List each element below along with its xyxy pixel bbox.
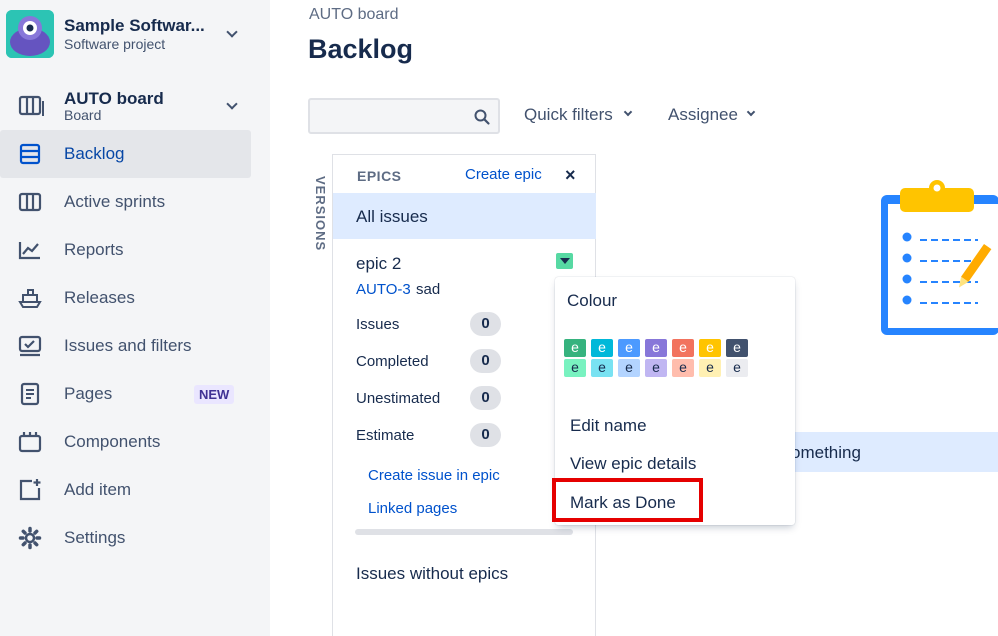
releases-icon — [18, 286, 42, 310]
view-epic-details-menu-item[interactable]: View epic details — [570, 454, 696, 474]
quick-filters-dropdown[interactable]: Quick filters — [524, 105, 633, 125]
stat-count: 0 — [470, 349, 501, 373]
all-issues-item[interactable]: All issues — [333, 193, 596, 239]
chevron-down-icon — [226, 98, 238, 110]
sidebar-item-label: Backlog — [64, 144, 125, 163]
board-icon — [18, 94, 44, 118]
versions-tab[interactable]: VERSIONS — [313, 176, 328, 251]
sidebar-item-label: Add item — [64, 480, 132, 499]
colour-swatch[interactable]: e — [564, 339, 586, 357]
highlight-outline — [552, 478, 703, 522]
sidebar-item-reports[interactable]: Reports — [0, 226, 251, 274]
search-field[interactable] — [316, 106, 466, 126]
project-avatar — [6, 10, 54, 58]
assignee-label: Assignee — [668, 105, 738, 124]
epic-key-link[interactable]: AUTO-3 — [356, 281, 411, 298]
backlog-icon — [18, 142, 42, 166]
stat-count: 0 — [470, 423, 501, 447]
chevron-down-icon — [226, 26, 238, 38]
stat-label: Issues — [356, 316, 400, 333]
new-badge: NEW — [194, 385, 235, 404]
issues-without-epics-item[interactable]: Issues without epics — [356, 564, 508, 584]
colour-swatch[interactable]: e — [699, 339, 721, 357]
sidebar-item-label: Issues and filters — [64, 336, 192, 355]
assignee-dropdown[interactable]: Assignee — [668, 105, 756, 125]
colour-swatch[interactable]: e — [672, 359, 694, 377]
colour-swatch[interactable]: e — [726, 359, 748, 377]
epics-title: EPICS — [357, 168, 402, 184]
create-epic-link[interactable]: Create epic — [465, 166, 542, 183]
board-type: Board — [64, 107, 102, 123]
epic-name[interactable]: epic 2 — [356, 254, 401, 274]
sidebar-item-active-sprints[interactable]: Active sprints — [0, 178, 251, 226]
breadcrumb[interactable]: AUTO board — [309, 6, 399, 24]
create-issue-in-epic-link[interactable]: Create issue in epic — [368, 467, 500, 484]
sidebar-item-components[interactable]: Components — [0, 418, 251, 466]
sidebar-item-add-item[interactable]: Add item — [0, 466, 251, 514]
colour-swatch[interactable]: e — [672, 339, 694, 357]
stat-label: Unestimated — [356, 390, 441, 407]
linked-pages-link[interactable]: Linked pages — [368, 500, 457, 517]
chevron-down-icon — [746, 107, 756, 117]
sidebar: Sample Softwar... Software project AUTO … — [0, 0, 270, 636]
stat-count: 0 — [470, 312, 501, 336]
colour-swatch[interactable]: e — [618, 339, 640, 357]
close-icon[interactable]: × — [565, 165, 576, 186]
edit-name-menu-item[interactable]: Edit name — [570, 416, 647, 436]
board-name: AUTO board — [64, 89, 164, 108]
colour-swatch[interactable]: e — [591, 339, 613, 357]
sidebar-item-pages[interactable]: Pages NEW — [0, 370, 251, 418]
backlog-issue-summary: omething — [791, 443, 861, 462]
sidebar-item-label: Reports — [64, 240, 124, 259]
epic-summary: sad — [416, 281, 441, 298]
stat-count: 0 — [470, 386, 501, 410]
sidebar-item-settings[interactable]: Settings — [0, 514, 251, 562]
stat-label: Completed — [356, 353, 429, 370]
issues-filters-icon — [18, 334, 42, 358]
colour-swatch[interactable]: e — [645, 359, 667, 377]
colour-swatch[interactable]: e — [618, 359, 640, 377]
quick-filters-label: Quick filters — [524, 105, 613, 124]
sidebar-item-label: Releases — [64, 288, 135, 307]
sidebar-item-label: Active sprints — [64, 192, 166, 211]
epic-actions-toggle[interactable] — [556, 253, 573, 269]
board-switcher[interactable]: AUTO board Board — [0, 86, 250, 130]
search-icon[interactable] — [473, 108, 491, 126]
pages-icon — [18, 382, 42, 406]
clipboard-illustration — [878, 180, 998, 340]
colour-swatch[interactable]: e — [699, 359, 721, 377]
sidebar-item-issues-and-filters[interactable]: Issues and filters — [0, 322, 251, 370]
stat-label: Estimate — [356, 427, 415, 444]
project-switcher[interactable]: Sample Softwar... Software project — [6, 8, 256, 60]
project-type: Software project — [64, 36, 166, 52]
colour-heading: Colour — [567, 291, 618, 310]
epic-actions-menu: Colour eeeeeeeeeeeeee Edit name View epi… — [552, 277, 795, 525]
project-name: Sample Softwar... — [64, 16, 205, 35]
colour-swatch[interactable]: e — [564, 359, 586, 377]
colour-swatch[interactable]: e — [591, 359, 613, 377]
components-icon — [18, 430, 42, 454]
sidebar-item-label: Settings — [64, 528, 126, 547]
horizontal-scrollbar[interactable] — [355, 529, 573, 535]
chevron-down-icon — [623, 107, 633, 117]
active-sprints-icon — [18, 190, 42, 214]
colour-swatch[interactable]: e — [726, 339, 748, 357]
sidebar-item-releases[interactable]: Releases — [0, 274, 251, 322]
reports-icon — [18, 238, 42, 262]
sidebar-item-label: Pages — [64, 384, 113, 403]
all-issues-label: All issues — [356, 207, 428, 226]
sidebar-item-backlog[interactable]: Backlog — [0, 130, 251, 178]
settings-icon — [18, 526, 42, 550]
search-input[interactable] — [308, 98, 500, 134]
colour-swatch[interactable]: e — [645, 339, 667, 357]
page-title: Backlog — [308, 34, 414, 64]
add-item-icon — [18, 478, 42, 502]
sidebar-item-label: Components — [64, 432, 161, 451]
